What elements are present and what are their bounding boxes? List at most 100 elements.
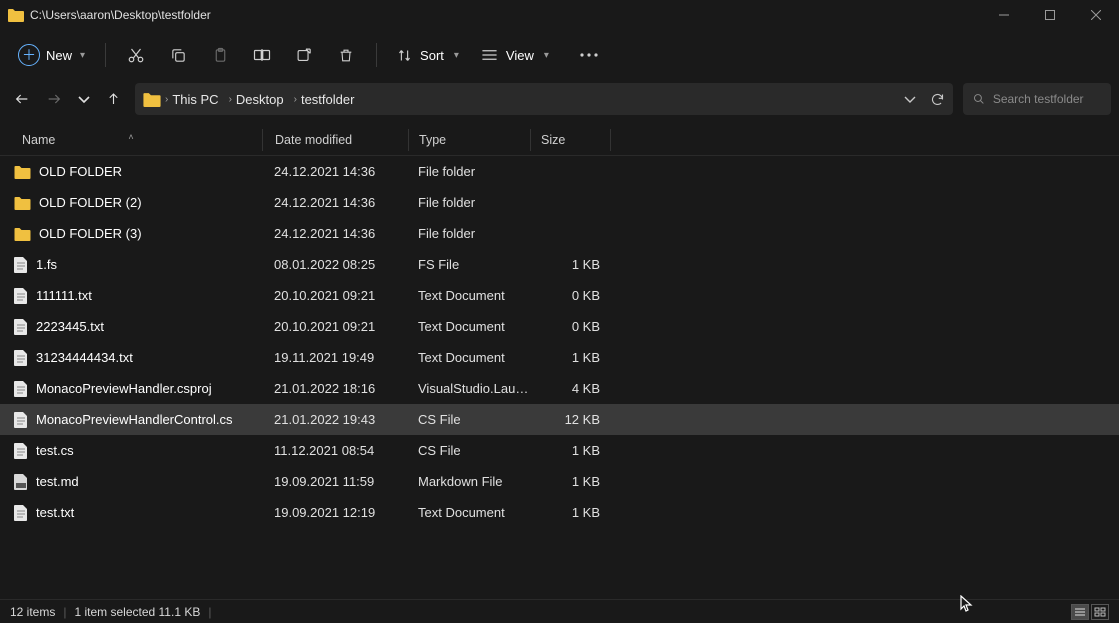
status-item-count: 12 items [10, 605, 55, 619]
file-row[interactable]: 31234444434.txt19.11.2021 19:49Text Docu… [0, 342, 1119, 373]
folder-icon [14, 165, 31, 179]
file-row[interactable]: OLD FOLDER (3)24.12.2021 14:36File folde… [0, 218, 1119, 249]
nav-recent-button[interactable] [78, 94, 90, 104]
breadcrumb-dropdown-button[interactable] [904, 94, 916, 104]
file-row[interactable]: test.txt19.09.2021 12:19Text Document1 K… [0, 497, 1119, 528]
file-icon [14, 319, 28, 335]
file-row[interactable]: OLD FOLDER 24.12.2021 14:36File folder [0, 156, 1119, 187]
column-header-name[interactable]: Name ˄ [0, 133, 262, 147]
file-row[interactable]: MonacoPreviewHandler.csproj21.01.2022 18… [0, 373, 1119, 404]
file-icon [14, 381, 28, 397]
window-title: C:\Users\aaron\Desktop\testfolder [30, 8, 211, 22]
maximize-button[interactable] [1027, 0, 1073, 30]
more-button[interactable] [569, 35, 609, 75]
separator [105, 43, 106, 67]
breadcrumb-label: This PC [172, 92, 218, 107]
file-type: FS File [408, 257, 530, 272]
file-icon [14, 350, 28, 366]
breadcrumb-item[interactable]: testfolder [301, 92, 354, 107]
refresh-button[interactable] [930, 92, 945, 107]
file-name: OLD FOLDER [39, 164, 122, 179]
folder-icon [14, 227, 31, 241]
file-row[interactable]: 2223445.txt20.10.2021 09:21Text Document… [0, 311, 1119, 342]
column-header-date[interactable]: Date modified [262, 129, 408, 151]
nav-forward-button[interactable] [46, 91, 62, 107]
file-date: 24.12.2021 14:36 [262, 195, 408, 210]
file-icon [14, 474, 28, 490]
column-header-label: Type [419, 133, 446, 147]
view-button[interactable]: View ▾ [471, 42, 559, 69]
copy-button[interactable] [158, 35, 198, 75]
file-size: 1 KB [530, 505, 610, 520]
file-type: File folder [408, 195, 530, 210]
details-view-button[interactable] [1071, 604, 1089, 620]
column-header-label: Name [22, 133, 55, 147]
new-button[interactable]: ＋ New ▾ [8, 38, 95, 72]
file-icon [14, 443, 28, 459]
search-box[interactable] [963, 83, 1111, 115]
file-icon [14, 505, 28, 521]
file-row[interactable]: MonacoPreviewHandlerControl.cs 21.01.2022… [0, 404, 1119, 435]
file-size: 0 KB [530, 288, 610, 303]
thumbnails-view-button[interactable] [1091, 604, 1109, 620]
file-row[interactable]: 1.fs08.01.2022 08:25FS File1 KB [0, 249, 1119, 280]
chevron-down-icon: ▾ [544, 50, 549, 61]
nav-back-button[interactable] [14, 91, 30, 107]
file-size: 12 KB [530, 412, 610, 427]
file-size: 1 KB [530, 257, 610, 272]
file-size: 1 KB [530, 474, 610, 489]
folder-icon [14, 196, 31, 210]
file-date: 20.10.2021 09:21 [262, 288, 408, 303]
file-type: Text Document [408, 505, 530, 520]
column-header-size[interactable]: Size [530, 129, 610, 151]
file-name: test.cs [36, 443, 74, 458]
file-icon [14, 257, 28, 273]
view-label: View [506, 48, 534, 63]
toolbar: ＋ New ▾ Sort ▾ View ▾ [0, 30, 1119, 80]
column-header-end [610, 129, 611, 151]
file-date: 11.12.2021 08:54 [262, 443, 408, 458]
delete-button[interactable] [326, 35, 366, 75]
file-row[interactable]: test.cs11.12.2021 08:54CS File1 KB [0, 435, 1119, 466]
column-header-label: Date modified [275, 133, 352, 147]
minimize-button[interactable] [981, 0, 1027, 30]
sort-icon [397, 48, 412, 63]
column-header-label: Size [541, 133, 565, 147]
file-type: Text Document [408, 350, 530, 365]
search-input[interactable] [993, 92, 1101, 106]
sort-ascending-icon: ˄ [128, 132, 133, 142]
file-row[interactable]: test.md19.09.2021 11:59Markdown File1 KB [0, 466, 1119, 497]
file-size: 4 KB [530, 381, 610, 396]
breadcrumb-bar[interactable]: › This PC› Desktop› testfolder [135, 83, 953, 115]
column-header-type[interactable]: Type [408, 129, 530, 151]
file-type: File folder [408, 164, 530, 179]
search-icon [973, 92, 985, 106]
file-name: test.md [36, 474, 79, 489]
breadcrumb-item[interactable]: This PC› [172, 92, 232, 107]
sort-button[interactable]: Sort ▾ [387, 42, 469, 69]
file-type: CS File [408, 443, 530, 458]
file-date: 20.10.2021 09:21 [262, 319, 408, 334]
paste-button[interactable] [200, 35, 240, 75]
nav-up-button[interactable] [106, 91, 121, 107]
file-type: CS File [408, 412, 530, 427]
close-button[interactable] [1073, 0, 1119, 30]
file-date: 19.09.2021 12:19 [262, 505, 408, 520]
breadcrumb-item[interactable]: Desktop› [236, 92, 297, 107]
separator [376, 43, 377, 67]
file-date: 24.12.2021 14:36 [262, 164, 408, 179]
file-row[interactable]: OLD FOLDER (2)24.12.2021 14:36File folde… [0, 187, 1119, 218]
new-button-label: New [46, 48, 72, 63]
cut-button[interactable] [116, 35, 156, 75]
file-icon [14, 288, 28, 304]
file-row[interactable]: 111111.txt20.10.2021 09:21Text Document0… [0, 280, 1119, 311]
file-name: OLD FOLDER (3) [39, 226, 142, 241]
file-list: OLD FOLDER24.12.2021 14:36File folderOLD… [0, 156, 1119, 528]
breadcrumb-label: testfolder [301, 92, 354, 107]
file-date: 21.01.2022 19:43 [262, 412, 408, 427]
file-date: 21.01.2022 18:16 [262, 381, 408, 396]
share-button[interactable] [284, 35, 324, 75]
file-name: MonacoPreviewHandlerControl.cs [36, 412, 233, 427]
status-bar: 12 items | 1 item selected 11.1 KB | [0, 599, 1119, 623]
rename-button[interactable] [242, 35, 282, 75]
